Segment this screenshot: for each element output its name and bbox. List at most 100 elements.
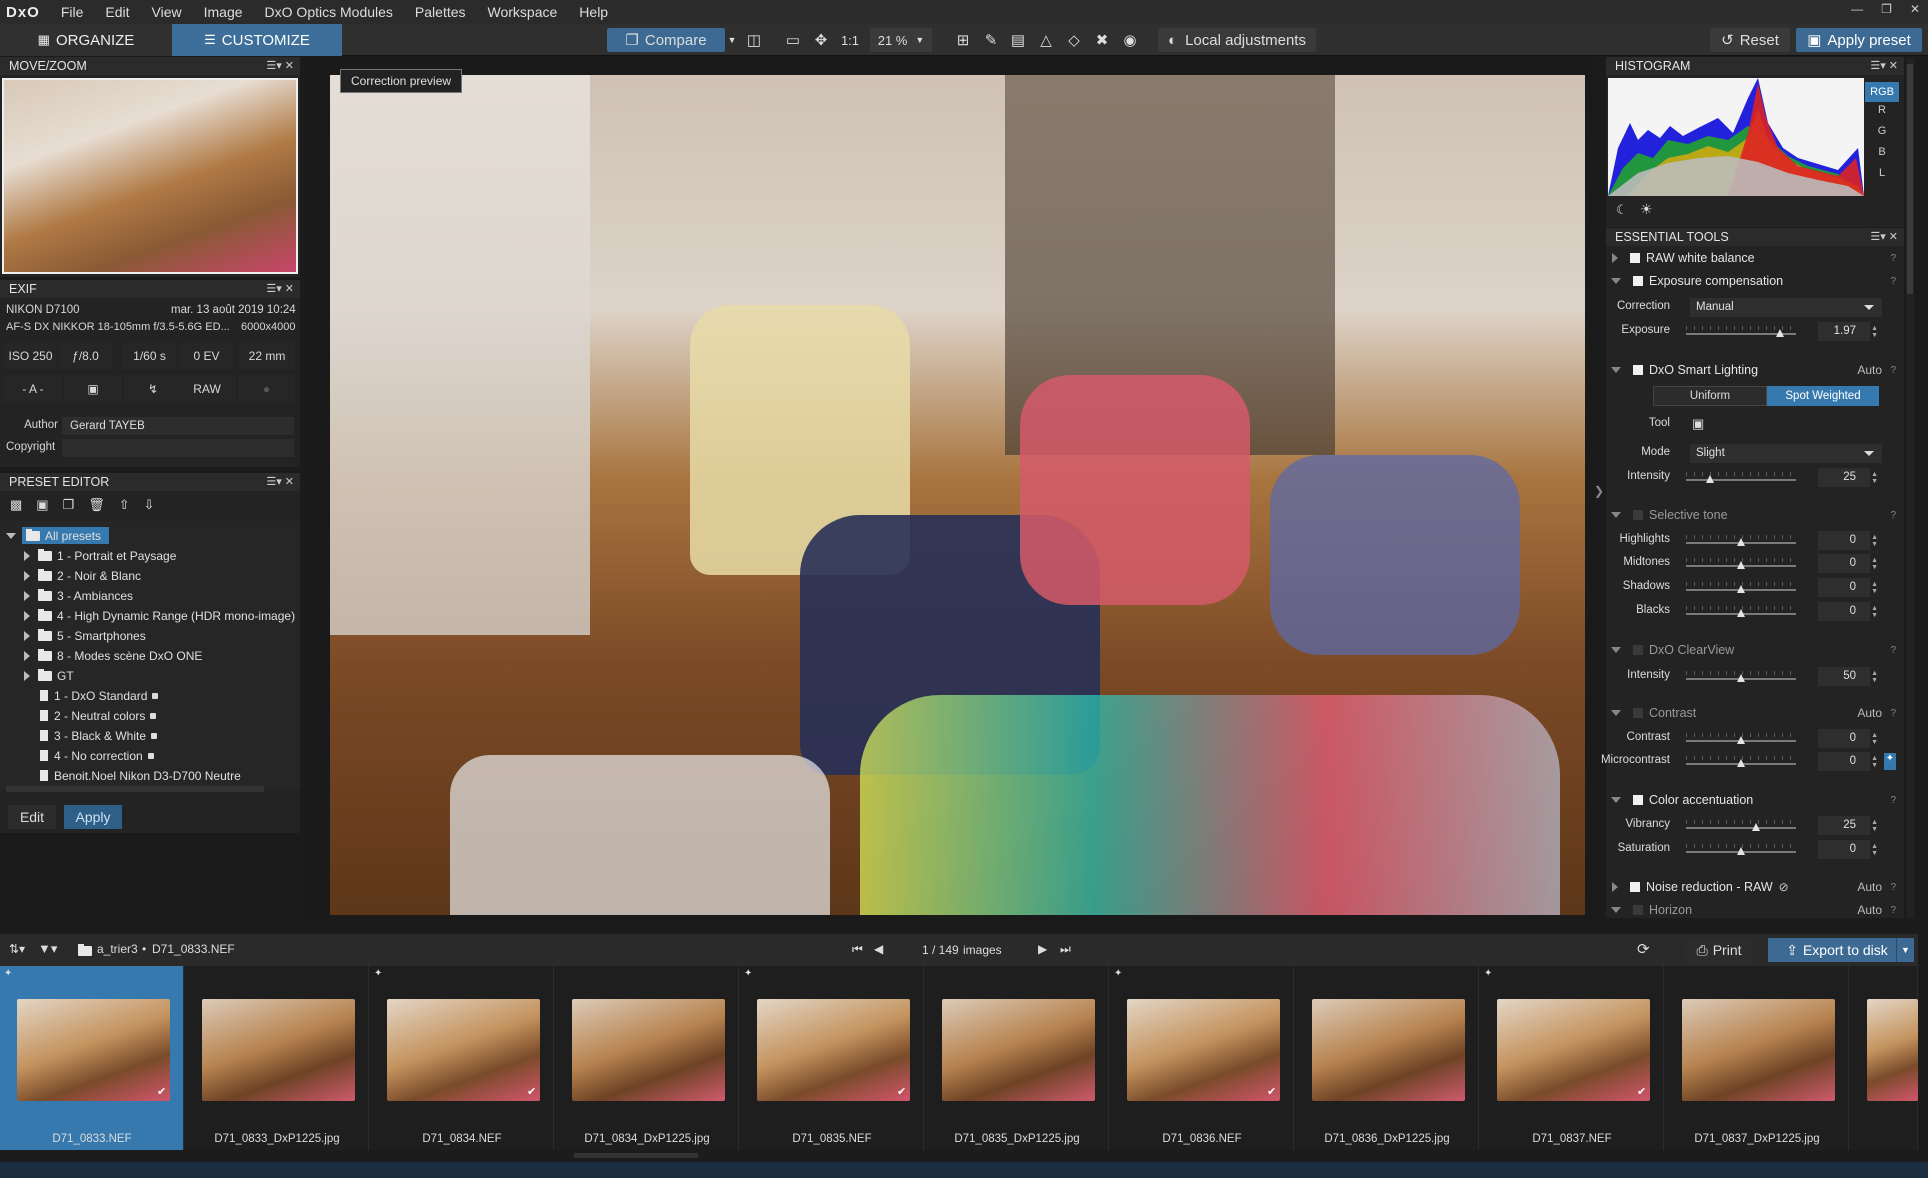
thumbnail-image[interactable] [202,999,355,1101]
horizon-auto[interactable]: Auto [1857,903,1882,917]
contrast-value[interactable]: 0 [1818,729,1870,748]
cv-intensity-value[interactable]: 50 [1818,667,1870,686]
apply-button[interactable]: Apply [64,805,122,829]
horizon-checkbox[interactable] [1633,905,1643,915]
help-icon[interactable]: ? [1890,882,1896,893]
movezoom-preview-image[interactable] [2,78,298,274]
compare-button[interactable]: ❐ Compare [607,28,725,52]
help-icon[interactable]: ? [1890,276,1896,287]
shadow-clipping-icon[interactable]: ☾ [1616,202,1628,218]
blacks-thumb[interactable] [1737,609,1745,617]
first-image-icon[interactable]: ⏮ [852,942,863,957]
panel-controls-icon[interactable]: ☰▾ ✕ [266,473,294,491]
repair-icon[interactable]: ✖ [1091,28,1113,52]
panel-controls-icon[interactable]: ☰▾ ✕ [1870,57,1898,75]
thumbnail-image[interactable] [1497,999,1650,1101]
filmstrip-thumbnail[interactable]: D71_0835_DxP1225.jpg [925,966,1109,1150]
spinner-icon[interactable]: ▲ ▼ [1871,325,1878,339]
spot-weighted-button[interactable]: Spot Weighted [1767,386,1879,406]
spinner-icon[interactable]: ▲ ▼ [1871,581,1878,595]
filmstrip-thumbnail[interactable]: ✦ ✔ D71_0833.NEF [0,966,184,1150]
channel-l[interactable]: L [1865,167,1899,179]
tree-preset[interactable]: Benoit.Noel Nikon D3-D700 Neutre [40,766,241,785]
help-icon[interactable]: ? [1890,253,1896,264]
help-icon[interactable]: ? [1890,905,1896,916]
perspective-icon[interactable]: △ [1035,28,1057,52]
sync-icon[interactable]: ⟳ [1637,940,1650,958]
local-adjustments-button[interactable]: ◐ Local adjustments [1158,28,1316,52]
contrast-thumb[interactable] [1737,736,1745,744]
raw-white-balance-header[interactable]: RAW white balance? [1606,248,1896,268]
spinner-icon[interactable]: ▲ ▼ [1871,732,1878,746]
contrast-auto[interactable]: Auto [1857,706,1882,720]
filmstrip-thumbnail[interactable]: D71_0836_DxP1225.jpg [1295,966,1479,1150]
collapse-right-icon[interactable]: ❯ [1594,484,1604,498]
sort-icon[interactable]: ⇅▾ [9,942,25,956]
contrast-header[interactable]: Contrast Auto? [1606,703,1896,723]
filmstrip-thumbnail[interactable]: D71_0837_DxP1225.jpg [1665,966,1849,1150]
previous-image-icon[interactable]: ◀ [874,942,883,956]
tree-preset[interactable]: 1 - DxO Standard [40,686,159,705]
spinner-icon[interactable]: ▲ ▼ [1871,605,1878,619]
saturation-value[interactable]: 0 [1818,840,1870,859]
color-accentuation-header[interactable]: Color accentuation? [1606,790,1896,810]
zoom-1to1-button[interactable]: 1:1 [838,28,862,52]
horizon-icon[interactable]: ▤ [1007,28,1029,52]
tree-folder[interactable]: 2 - Noir & Blanc [24,566,141,585]
export-preset-icon[interactable]: ⇩ [144,497,155,513]
compare-dropdown-icon[interactable]: ▼ [725,28,739,52]
sl-intensity-slider[interactable] [1686,479,1796,481]
help-icon[interactable]: ? [1890,365,1896,376]
shadows-value[interactable]: 0 [1818,578,1870,597]
channel-g[interactable]: G [1865,125,1899,137]
menu-help[interactable]: Help [568,4,619,20]
menu-image[interactable]: Image [193,4,254,20]
duplicate-preset-icon[interactable]: ❐ [63,497,75,513]
exposure-slider-thumb[interactable] [1776,329,1784,337]
tag-icon[interactable]: ✦ [1484,968,1492,979]
tab-organize[interactable]: ▦ ORGANIZE [0,24,172,56]
microcontrast-thumb[interactable] [1737,759,1745,767]
tree-folder[interactable]: 8 - Modes scène DxO ONE [24,646,202,665]
vibrancy-value[interactable]: 25 [1818,816,1870,835]
reset-button[interactable]: ↺ Reset [1710,28,1790,52]
highlights-value[interactable]: 0 [1818,531,1870,550]
help-icon[interactable]: ? [1890,510,1896,521]
right-panel-scrollbar[interactable] [1906,58,1914,918]
noise-reduction-header[interactable]: Noise reduction - RAW ⊘ Auto? [1606,877,1896,897]
restore-icon[interactable]: ❐ [1881,2,1892,16]
auto-microcontrast-icon[interactable]: ✦ [1884,753,1896,770]
panel-controls-icon[interactable]: ☰▾ ✕ [266,57,294,75]
highlights-thumb[interactable] [1737,538,1745,546]
thumbnail-image[interactable] [17,999,170,1101]
edit-button[interactable]: Edit [8,805,56,829]
sl-intensity-value[interactable]: 25 [1818,468,1870,487]
filmstrip-thumbnail[interactable]: ✦ ✔ D71_0836.NEF [1110,966,1294,1150]
spinner-icon[interactable]: ▲ ▼ [1871,471,1878,485]
smart-lighting-auto[interactable]: Auto [1857,363,1882,377]
menu-palettes[interactable]: Palettes [404,4,477,20]
author-field[interactable]: Gerard TAYEB [62,417,294,435]
tree-folder[interactable]: 5 - Smartphones [24,626,146,645]
tag-icon[interactable]: ✦ [4,968,12,979]
channel-rgb[interactable]: RGB [1865,82,1899,102]
spinner-icon[interactable]: ▲ ▼ [1871,819,1878,833]
thumbnail-image[interactable] [1127,999,1280,1101]
panel-controls-icon[interactable]: ☰▾ ✕ [1870,228,1898,246]
move-icon[interactable]: ✥ [810,28,832,52]
thumbnail-image[interactable] [1682,999,1835,1101]
preset-tree-scrollbar[interactable] [6,786,264,792]
delete-preset-icon[interactable]: 🗑 [88,497,105,513]
vibrancy-thumb[interactable] [1752,823,1760,831]
help-icon[interactable]: ? [1890,645,1896,656]
tree-folder[interactable]: 3 - Ambiances [24,586,133,605]
fit-screen-icon[interactable]: ▭ [782,28,804,52]
filmstrip-thumbnail[interactable] [1850,966,1918,1150]
face-detection-icon[interactable]: ▣ [1692,416,1704,432]
main-photo[interactable] [330,75,1585,915]
menu-workspace[interactable]: Workspace [477,4,569,20]
eye-icon[interactable]: ◉ [1119,28,1141,52]
tree-folder[interactable]: GT [24,666,74,685]
volume-deformation-icon[interactable]: ◇ [1063,28,1085,52]
exposure-compensation-header[interactable]: Exposure compensation? [1606,271,1896,291]
